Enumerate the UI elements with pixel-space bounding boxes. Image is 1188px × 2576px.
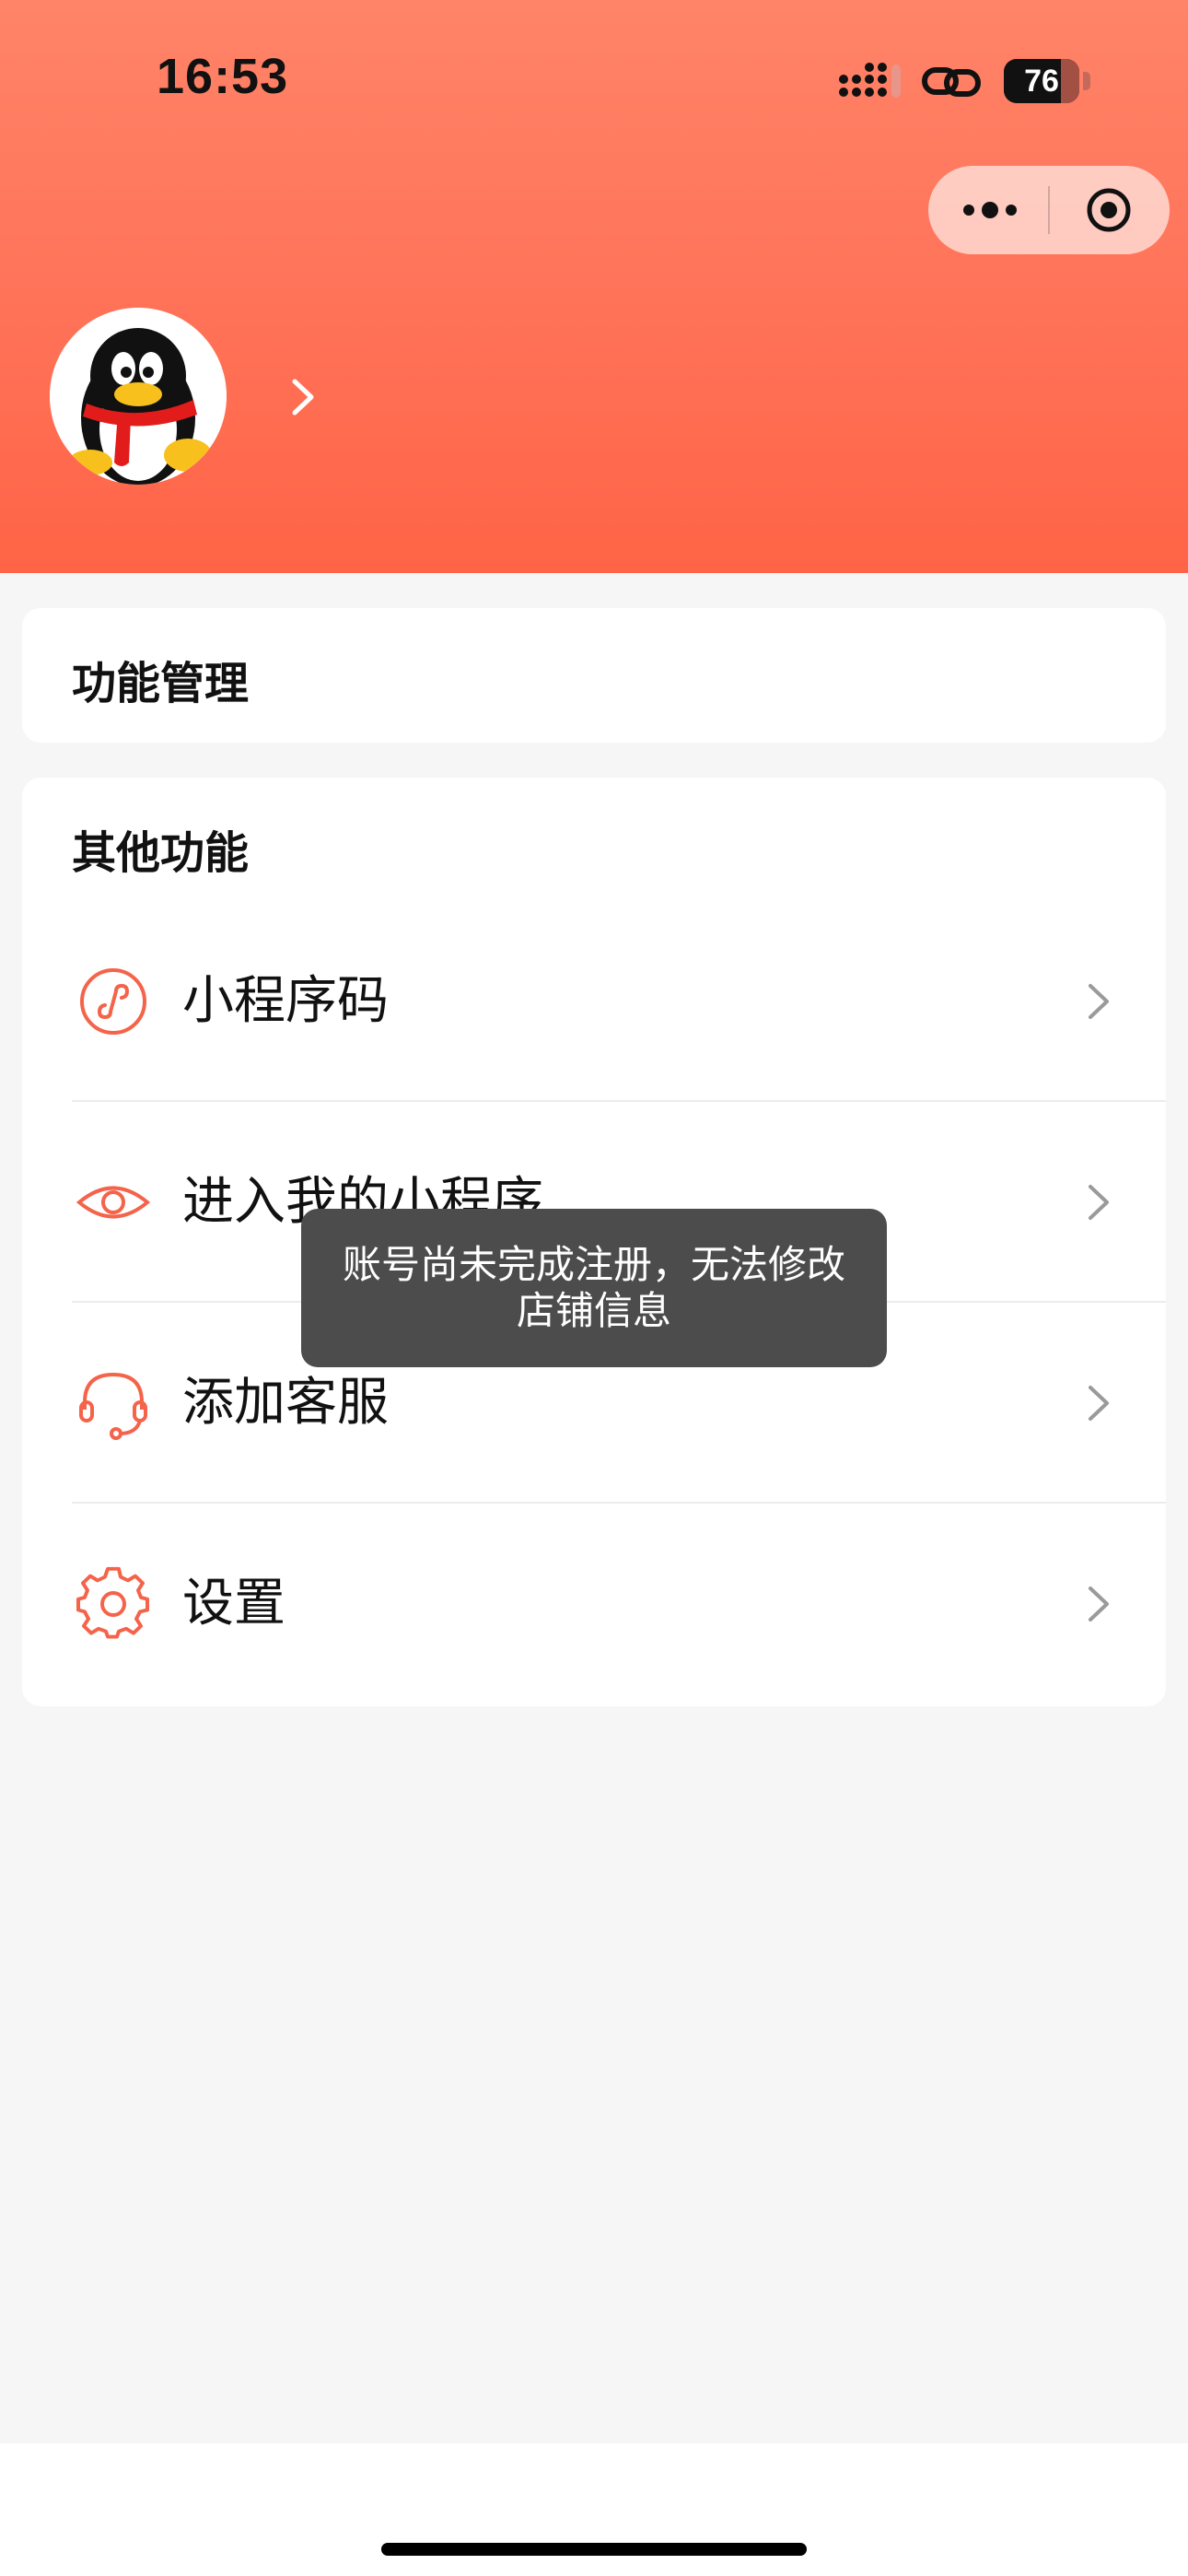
battery-tip <box>1083 72 1090 90</box>
battery-level: 76 <box>1024 64 1059 99</box>
eye-icon <box>76 1186 151 1219</box>
miniprogram-capsule <box>928 166 1170 254</box>
status-time: 16:53 <box>157 49 289 104</box>
list-item-label: 设置 <box>182 1574 285 1633</box>
toast-message: 账号尚未完成注册，无法修改店铺信息 <box>301 1209 887 1367</box>
chevron-right-icon <box>1089 1587 1109 1622</box>
avatar[interactable] <box>50 308 227 485</box>
miniprogram-code-icon <box>80 968 146 1035</box>
chevron-right-icon <box>1089 1386 1109 1421</box>
chevron-right-icon <box>1089 984 1109 1019</box>
other-functions-title: 其他功能 <box>72 827 250 879</box>
home-indicator[interactable] <box>381 2543 807 2556</box>
qq-penguin-avatar <box>50 308 227 485</box>
list-item-label: 添加客服 <box>182 1373 389 1433</box>
more-dots-icon[interactable] <box>958 192 1022 228</box>
function-management-title: 功能管理 <box>72 658 250 709</box>
capsule-divider <box>1048 186 1050 234</box>
chevron-right-icon <box>1089 1185 1109 1220</box>
headset-icon <box>79 1372 147 1440</box>
chevron-right-icon[interactable] <box>287 376 319 418</box>
bottom-safe-area <box>0 2443 1188 2576</box>
function-management-card: 功能管理 <box>22 608 1166 743</box>
close-target-icon[interactable] <box>1085 186 1133 234</box>
link-icon <box>922 67 981 97</box>
signal-icon <box>839 63 901 98</box>
list-item-label: 小程序码 <box>182 971 389 1031</box>
list-item-settings[interactable]: 设置 <box>22 1504 1166 1704</box>
gear-icon <box>76 1566 149 1639</box>
list-item-miniprogram-code[interactable]: 小程序码 <box>22 901 1166 1102</box>
battery-icon: 76 <box>1004 59 1079 103</box>
